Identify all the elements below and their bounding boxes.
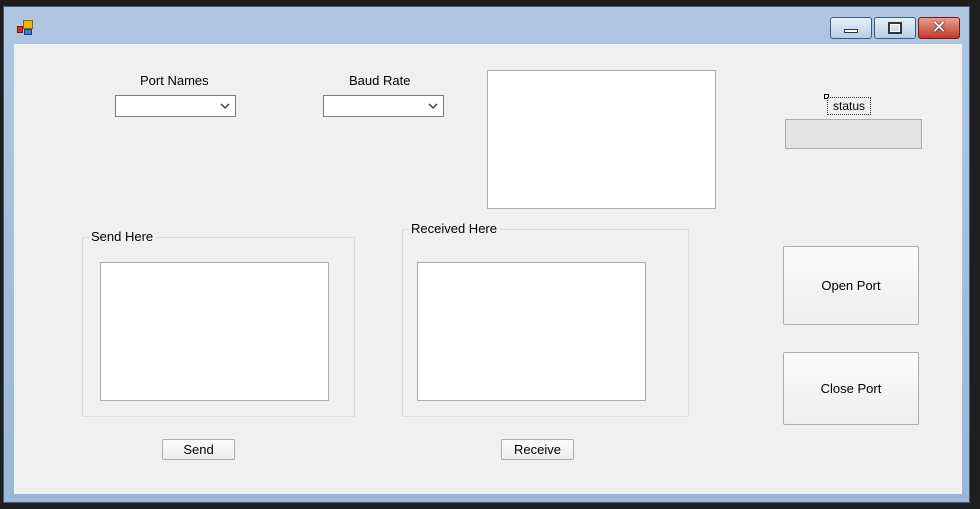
app-window: ✕ Port Names Baud Rate status Send Here … [3, 6, 970, 503]
port-names-combobox[interactable] [115, 95, 236, 117]
received-textbox[interactable] [417, 262, 646, 401]
open-port-button[interactable]: Open Port [783, 246, 919, 325]
minimize-icon [844, 29, 858, 33]
port-names-label: Port Names [140, 73, 209, 88]
chevron-down-icon [220, 103, 230, 109]
app-icon[interactable] [17, 20, 35, 36]
send-group-caption: Send Here [89, 229, 156, 244]
status-textbox[interactable] [785, 119, 922, 149]
send-button[interactable]: Send [162, 439, 235, 460]
send-groupbox: Send Here [82, 229, 355, 417]
form-client-area: Port Names Baud Rate status Send Here Re… [14, 44, 962, 494]
log-textbox[interactable] [487, 70, 716, 209]
receive-button[interactable]: Receive [501, 439, 574, 460]
maximize-button[interactable] [874, 17, 916, 39]
chevron-down-icon [428, 103, 438, 109]
close-icon: ✕ [931, 17, 947, 38]
close-port-button[interactable]: Close Port [783, 352, 919, 425]
minimize-button[interactable] [830, 17, 872, 39]
maximize-icon [888, 22, 902, 34]
send-textbox[interactable] [100, 262, 329, 401]
receive-groupbox: Received Here [402, 221, 689, 417]
receive-group-caption: Received Here [409, 221, 499, 236]
title-bar[interactable]: ✕ [4, 7, 969, 43]
close-button[interactable]: ✕ [918, 17, 960, 39]
baud-rate-label: Baud Rate [349, 73, 411, 88]
status-label: status [827, 97, 872, 115]
baud-rate-combobox[interactable] [323, 95, 444, 117]
